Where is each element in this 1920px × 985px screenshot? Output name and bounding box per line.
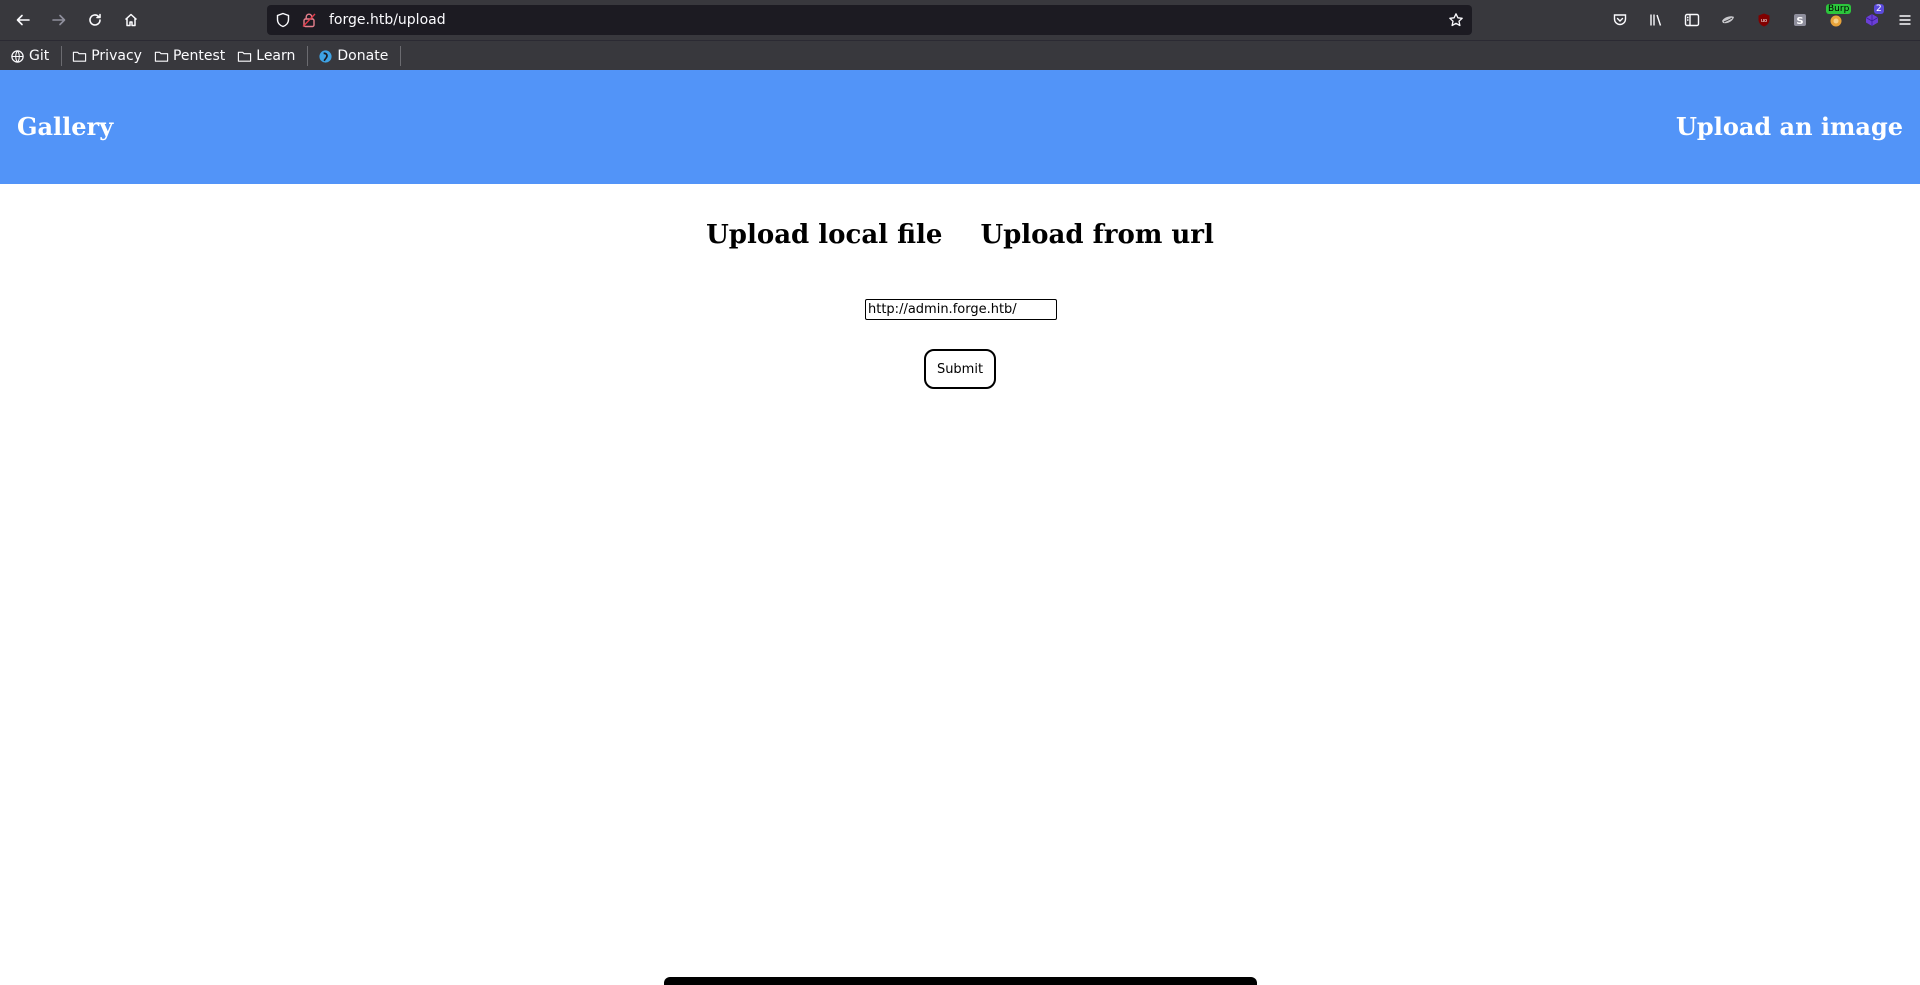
menu-button[interactable]: [1890, 5, 1920, 35]
url-text[interactable]: forge.htb/upload: [329, 12, 446, 28]
library-button[interactable]: [1638, 5, 1674, 35]
home-button[interactable]: [116, 5, 146, 35]
bookmark-learn[interactable]: Learn: [237, 48, 295, 64]
burp-icon: [1830, 15, 1842, 27]
bookmarks-separator: [400, 46, 402, 66]
bookmark-pentest[interactable]: Pentest: [154, 48, 225, 64]
folder-icon: [238, 51, 252, 62]
reload-icon: [89, 13, 101, 26]
bookmark-privacy[interactable]: Privacy: [72, 48, 142, 64]
bookmark-star-icon[interactable]: [1448, 12, 1464, 28]
ublock-button[interactable]: uo: [1746, 5, 1782, 35]
sidebar-button[interactable]: [1674, 5, 1710, 35]
bookmark-donate[interactable]: Donate: [318, 48, 388, 64]
shield-icon[interactable]: [275, 12, 291, 28]
site-brand[interactable]: Gallery: [17, 70, 113, 184]
library-icon: [1650, 14, 1662, 26]
back-button[interactable]: [8, 5, 38, 35]
browser-chrome: forge.htb/upload uo S Burp 2 Git Privacy…: [0, 0, 1920, 70]
home-icon: [124, 13, 138, 27]
bookmark-label: Learn: [256, 48, 296, 64]
folder-icon: [73, 51, 87, 62]
sidebar-icon: [1684, 13, 1700, 27]
container-icon: [1865, 14, 1879, 26]
foxyproxy-button[interactable]: [1710, 5, 1746, 35]
donate-icon: [319, 49, 332, 63]
upload-tabs: Upload local file Upload from url: [0, 220, 1920, 250]
tab-upload-from-url[interactable]: Upload from url: [980, 220, 1213, 250]
bookmark-label: Donate: [337, 48, 389, 64]
foxyproxy-icon: [1722, 16, 1734, 24]
pocket-button[interactable]: [1602, 5, 1638, 35]
svg-text:S: S: [1796, 16, 1803, 27]
toolbar-extensions: uo S Burp 2: [1602, 4, 1920, 35]
bottom-element: [664, 977, 1257, 985]
site-header: Gallery Upload an image: [0, 70, 1920, 184]
arrow-left-icon: [16, 14, 30, 26]
pocket-icon: [1613, 14, 1627, 26]
globe-icon: [11, 49, 24, 63]
ublock-icon: uo: [1758, 13, 1770, 27]
tab-upload-local-file[interactable]: Upload local file: [706, 220, 942, 250]
bookmark-label: Pentest: [172, 48, 226, 64]
bookmark-git[interactable]: Git: [10, 48, 49, 64]
forward-button[interactable]: [44, 5, 74, 35]
address-bar[interactable]: forge.htb/upload: [267, 5, 1472, 35]
cookie-editor-button[interactable]: S: [1782, 5, 1818, 35]
s-extension-icon: S: [1794, 14, 1806, 27]
arrow-right-icon: [52, 14, 66, 26]
browser-toolbar: forge.htb/upload uo S Burp 2: [0, 0, 1920, 40]
folder-icon: [154, 51, 169, 62]
bookmark-label: Privacy: [91, 48, 142, 64]
upload-image-link[interactable]: Upload an image: [1676, 70, 1903, 184]
bookmarks-bar: Git Privacy Pentest Learn Donate: [0, 40, 1920, 71]
reload-button[interactable]: [80, 5, 110, 35]
bookmarks-separator: [61, 46, 63, 66]
container-badge: 2: [1874, 4, 1884, 14]
url-input[interactable]: [865, 299, 1057, 320]
bookmark-label: Git: [29, 48, 50, 64]
svg-text:uo: uo: [1761, 18, 1767, 24]
submit-button[interactable]: Submit: [924, 349, 996, 389]
burp-badge: Burp: [1826, 4, 1852, 14]
hamburger-menu-icon: [1899, 15, 1911, 25]
burp-button[interactable]: Burp: [1818, 4, 1854, 35]
lock-icon[interactable]: [301, 12, 317, 28]
bookmarks-separator: [307, 46, 309, 66]
container-button[interactable]: 2: [1854, 4, 1890, 35]
